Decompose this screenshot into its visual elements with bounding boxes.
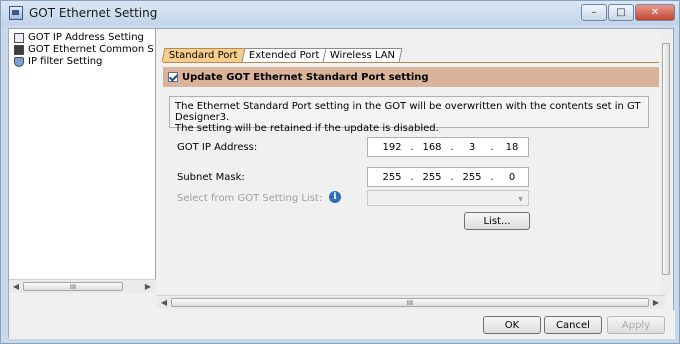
network-icon: [14, 44, 24, 55]
update-setting-checkbox[interactable]: [168, 72, 178, 82]
ip-separator: .: [490, 171, 494, 183]
tab-strip: Standard Port Extended Port Wireless LAN: [161, 48, 403, 62]
tab-extended-port[interactable]: Extended Port: [241, 48, 327, 62]
ip-address-field[interactable]: 192 . 168 . 3 . 18: [367, 137, 529, 157]
title-bar: GOT Ethernet Setting – □ ✕: [1, 1, 679, 25]
settings-tree: GOT IP Address Setting GOT Ethernet Comm…: [9, 29, 156, 279]
maximize-button[interactable]: □: [608, 4, 634, 21]
dialog-footer: OK Cancel Apply: [9, 310, 675, 339]
ok-button[interactable]: OK: [483, 316, 541, 334]
tree-item-label: GOT Ethernet Common S: [28, 44, 154, 55]
ip-octet-2[interactable]: 168: [418, 142, 446, 153]
setting-list-label: Select from GOT Setting List:: [177, 193, 323, 204]
chevron-down-icon: ▼: [518, 196, 523, 203]
shield-icon: [14, 56, 24, 67]
setting-list-dropdown[interactable]: ▼: [367, 190, 529, 206]
update-setting-label: Update GOT Ethernet Standard Port settin…: [182, 71, 429, 83]
tree-item-ip-filter-setting[interactable]: IP filter Setting: [9, 56, 155, 67]
ip-separator: .: [490, 141, 494, 153]
info-line-2: The setting will be retained if the upda…: [175, 123, 439, 134]
update-setting-header: Update GOT Ethernet Standard Port settin…: [163, 67, 659, 87]
tab-wireless-lan[interactable]: Wireless LAN: [322, 48, 403, 62]
scroll-thumb[interactable]: III: [171, 298, 649, 307]
subnet-mask-field[interactable]: 255 . 255 . 255 . 0: [367, 167, 529, 187]
ip-separator: .: [450, 171, 454, 183]
tab-standard-port[interactable]: Standard Port: [161, 48, 245, 62]
vertical-scroll-thumb[interactable]: [662, 43, 670, 275]
info-message: The Ethernet Standard Port setting in th…: [169, 96, 649, 134]
main-vertical-scrollbar[interactable]: [661, 29, 671, 295]
tree-item-label: GOT IP Address Setting: [28, 32, 144, 43]
ip-octet-4[interactable]: 18: [498, 142, 526, 153]
scroll-thumb[interactable]: III: [23, 282, 123, 291]
ip-separator: .: [410, 171, 414, 183]
tab-label: Wireless LAN: [329, 50, 396, 61]
info-icon[interactable]: i: [329, 191, 341, 203]
scroll-left-arrow-icon[interactable]: ◀: [157, 296, 171, 309]
tree-horizontal-scrollbar[interactable]: ◀ III ▶: [9, 279, 156, 293]
apply-button[interactable]: Apply: [607, 316, 665, 334]
window-title: GOT Ethernet Setting: [29, 6, 158, 20]
info-line-1: The Ethernet Standard Port setting in th…: [175, 101, 641, 123]
window-controls: – □ ✕: [580, 4, 675, 21]
mask-octet-4[interactable]: 0: [498, 172, 526, 183]
ip-address-label: GOT IP Address:: [177, 142, 258, 153]
subnet-mask-label: Subnet Mask:: [177, 172, 245, 183]
mask-octet-1[interactable]: 255: [378, 172, 406, 183]
main-horizontal-scrollbar[interactable]: ◀ III ▶: [157, 295, 665, 309]
scroll-left-arrow-icon[interactable]: ◀: [9, 280, 23, 293]
ip-separator: .: [450, 141, 454, 153]
minimize-button[interactable]: –: [581, 4, 607, 21]
close-button[interactable]: ✕: [635, 4, 675, 21]
client-area: GOT IP Address Setting GOT Ethernet Comm…: [8, 28, 675, 339]
tab-divider: [163, 62, 659, 63]
tab-label: Standard Port: [168, 50, 238, 61]
ip-separator: .: [410, 141, 414, 153]
scroll-right-arrow-icon[interactable]: ▶: [649, 296, 663, 309]
cancel-button[interactable]: Cancel: [544, 316, 602, 334]
tab-label: Extended Port: [248, 50, 319, 61]
mask-octet-3[interactable]: 255: [458, 172, 486, 183]
app-icon: [9, 6, 23, 20]
ip-octet-3[interactable]: 3: [458, 142, 486, 153]
mask-octet-2[interactable]: 255: [418, 172, 446, 183]
list-button[interactable]: List...: [464, 212, 530, 230]
window: GOT Ethernet Setting – □ ✕ GOT IP Addres…: [0, 0, 680, 344]
tree-item-got-ip-address-setting[interactable]: GOT IP Address Setting: [9, 32, 155, 43]
ip-octet-1[interactable]: 192: [378, 142, 406, 153]
tree-item-label: IP filter Setting: [28, 56, 103, 67]
main-panel: Standard Port Extended Port Wireless LAN…: [157, 29, 669, 295]
scroll-right-arrow-icon[interactable]: ▶: [141, 280, 155, 293]
page-icon: [14, 32, 24, 43]
tree-item-got-ethernet-common[interactable]: GOT Ethernet Common S: [9, 44, 155, 55]
